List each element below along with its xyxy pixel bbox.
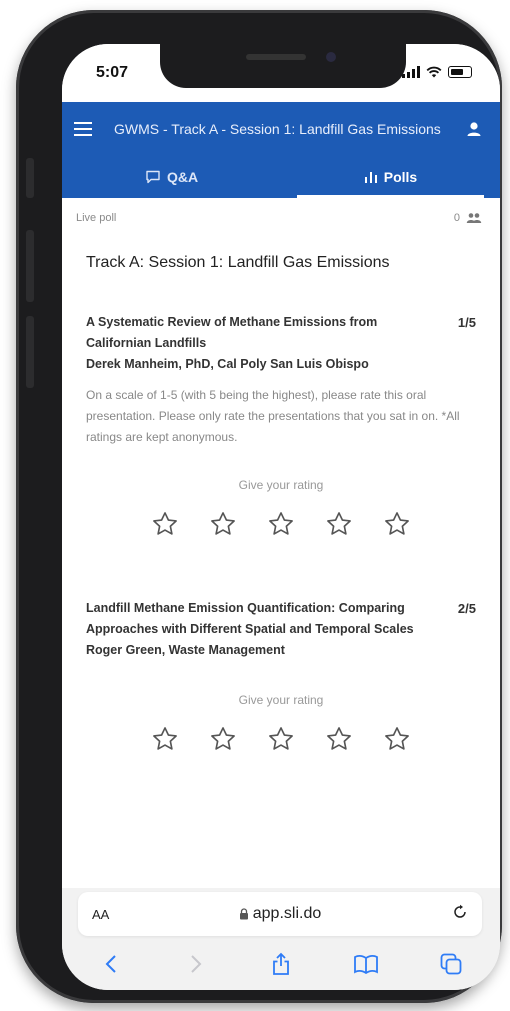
live-poll-row: Live poll 0 [62,198,500,224]
poll-question: Landfill Methane Emission Quantification… [62,598,500,757]
poll-description: On a scale of 1-5 (with 5 being the high… [86,388,460,444]
status-icons [402,66,472,78]
poll-content: Live poll 0 Track A: Session 1: Landfill… [62,198,500,888]
back-icon [105,955,116,973]
poll-question: A Systematic Review of Methane Emissions… [62,312,500,542]
poll-header: A Systematic Review of Methane Emissions… [86,312,476,375]
star-icon [385,727,409,750]
text-size-button[interactable]: AA [92,907,142,922]
url-field[interactable]: app.sli.do [142,905,418,923]
front-camera [326,52,336,62]
star-rating [86,721,476,757]
tab-bar: Q&A Polls [62,156,500,198]
notch [160,44,406,88]
star-icon [153,727,177,750]
participant-count: 0 [454,212,482,224]
star-icon [269,512,293,535]
star-rating-button[interactable] [205,506,241,542]
tab-polls[interactable]: Polls [281,156,500,198]
presenter-name: Derek Manheim, PhD, Cal Poly San Luis Ob… [86,357,369,371]
poll-number: 2/5 [457,601,476,616]
star-rating-button[interactable] [321,506,357,542]
star-rating-button[interactable] [379,721,415,757]
star-icon [269,727,293,750]
user-profile-icon[interactable] [464,119,484,139]
browser-toolbar [62,944,500,984]
wifi-icon [426,66,442,78]
tab-qa[interactable]: Q&A [62,156,281,198]
participant-count-value: 0 [453,212,460,224]
poll-title: A Systematic Review of Methane Emissions… [86,312,436,375]
star-rating-button[interactable] [321,721,357,757]
star-icon [385,512,409,535]
poll-header: Landfill Methane Emission Quantification… [86,598,476,661]
share-button[interactable] [259,948,303,980]
star-icon [327,512,351,535]
star-icon [327,727,351,750]
reload-button[interactable] [418,904,468,925]
tabs-icon [440,953,462,975]
status-time: 5:07 [96,64,129,81]
poll-title: Landfill Methane Emission Quantification… [86,598,436,661]
reload-icon [454,904,466,918]
presenter-name: Roger Green, Waste Management [86,643,285,657]
back-button[interactable] [89,948,133,980]
volume-down-button [26,316,34,388]
presentation-title: Landfill Methane Emission Quantification… [86,601,414,636]
star-rating-button[interactable] [263,506,299,542]
live-poll-label: Live poll [76,212,117,224]
hamburger-menu-icon[interactable] [74,117,98,141]
event-title: GWMS - Track A - Session 1: Landfill Gas… [114,121,441,137]
bookmarks-icon [354,955,379,974]
battery-icon [448,66,472,78]
address-bar[interactable]: AA app.sli.do [78,892,482,936]
star-rating-button[interactable] [147,506,183,542]
phone-frame: 5:07 GWMS - Track A - Session 1: Landfil… [16,10,502,1003]
tab-polls-label: Polls [383,169,418,185]
url-text: app.sli.do [252,905,322,922]
bar-chart-icon [364,172,377,183]
star-rating-button[interactable] [379,506,415,542]
volume-up-button [26,230,34,302]
rating-label: Give your rating [238,693,324,707]
poll-number: 1/5 [457,315,476,330]
share-icon [273,952,289,975]
earpiece-speaker [246,54,306,60]
phone-screen: 5:07 GWMS - Track A - Session 1: Landfil… [62,44,500,990]
browser-chrome: AA app.sli.do [62,888,500,990]
star-rating-button[interactable] [205,721,241,757]
tabs-button[interactable] [429,948,473,980]
star-icon [153,512,177,535]
forward-button[interactable] [174,948,218,980]
star-rating [86,506,476,542]
star-icon [211,512,235,535]
bookmarks-button[interactable] [344,948,388,980]
chat-bubble-icon [146,170,160,184]
rating-label: Give your rating [238,478,324,492]
forward-icon [191,955,202,973]
participants-icon [466,213,482,223]
star-rating-button[interactable] [147,721,183,757]
tab-qa-label: Q&A [166,169,199,185]
mute-switch [26,158,34,198]
presentation-title: A Systematic Review of Methane Emissions… [86,315,378,350]
session-title: Track A: Session 1: Landfill Gas Emissio… [86,254,390,271]
lock-icon [239,908,248,920]
top-bar: GWMS - Track A - Session 1: Landfill Gas… [62,102,500,156]
star-rating-button[interactable] [263,721,299,757]
app-header: GWMS - Track A - Session 1: Landfill Gas… [62,102,500,198]
star-icon [211,727,235,750]
